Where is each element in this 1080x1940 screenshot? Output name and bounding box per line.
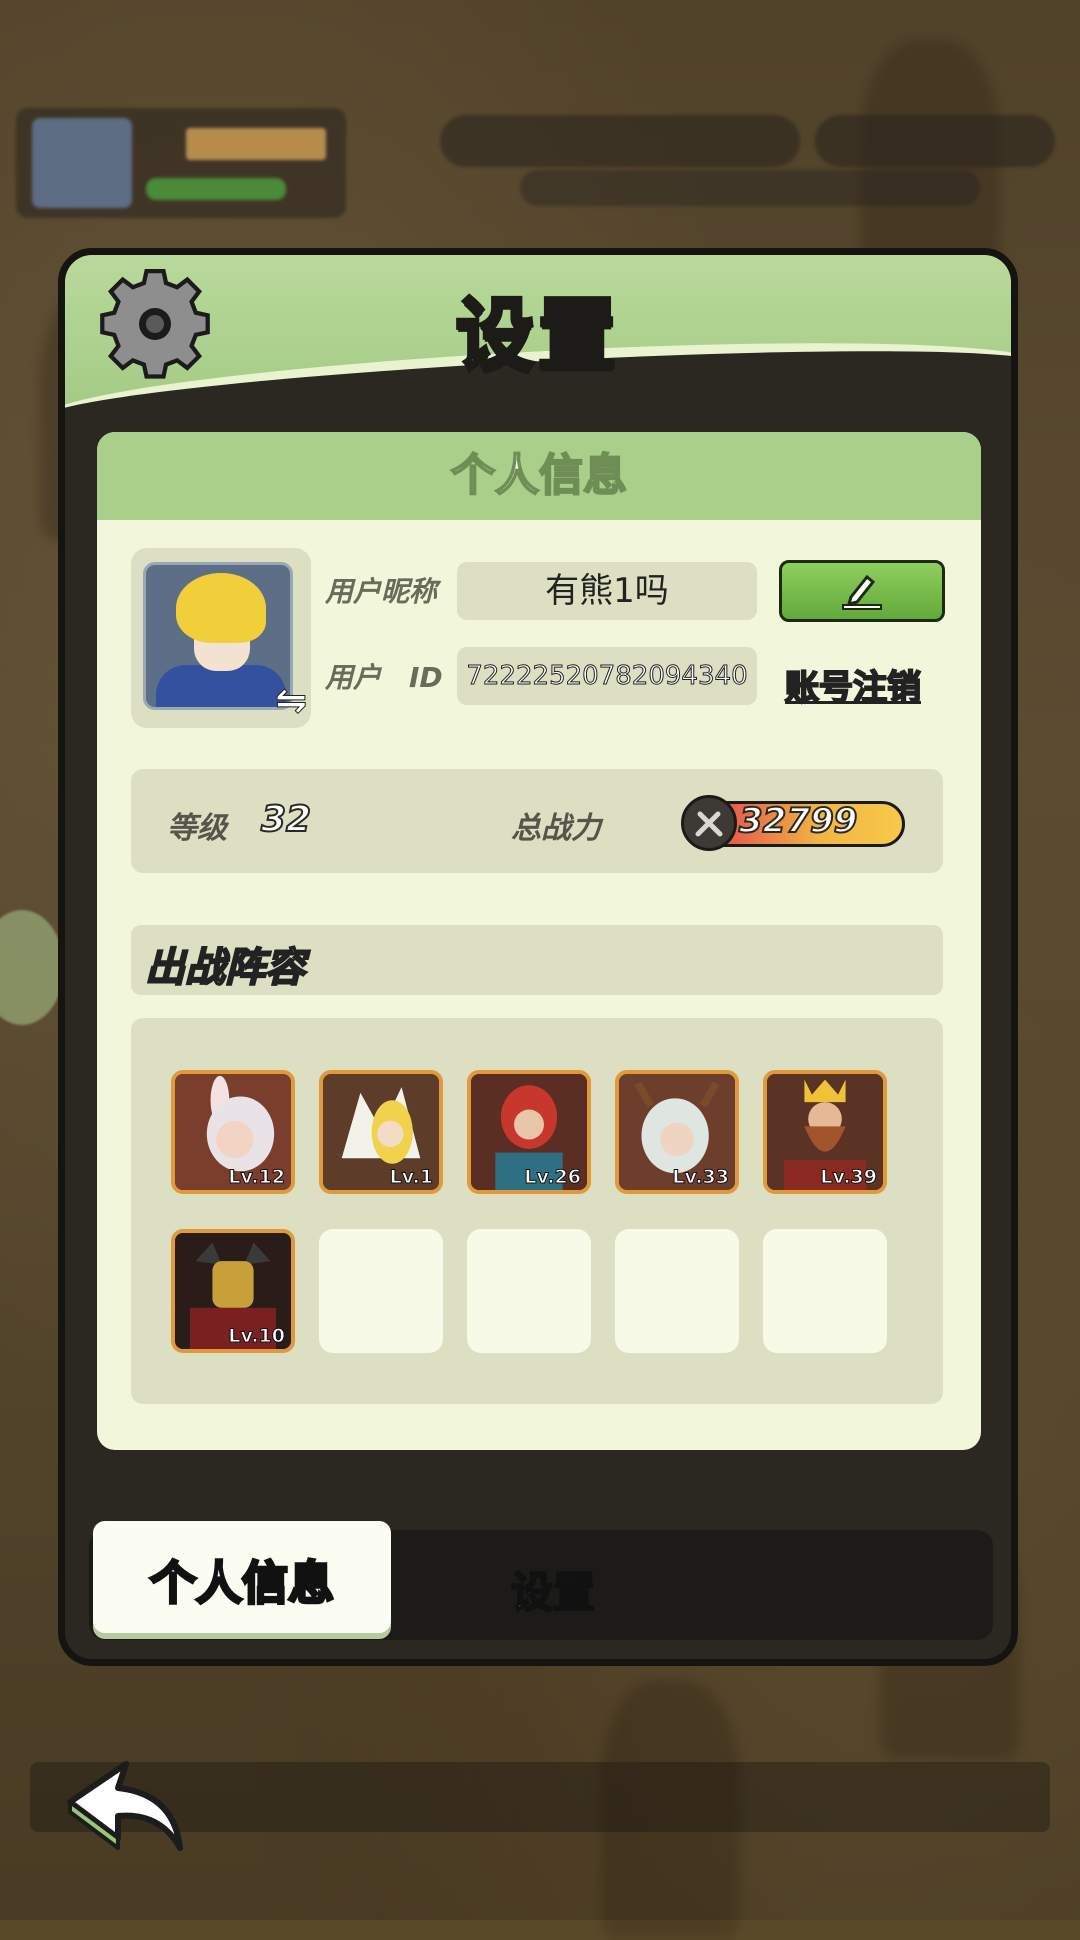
hero-slot[interactable]: Lv.39	[763, 1070, 887, 1194]
hero-slot[interactable]: Lv.1	[319, 1070, 443, 1194]
avatar-cloak	[156, 665, 286, 707]
sword-icon	[681, 795, 737, 851]
hud-exp-bar	[146, 178, 286, 200]
nickname-label: 用户昵称	[325, 575, 438, 608]
power-label: 总战力	[511, 811, 601, 846]
hero-level: Lv.10	[228, 1325, 286, 1348]
user-id-label: 用户 ID	[325, 661, 443, 694]
lineup-grid: Lv.12 Lv.1 Lv.26 Lv.33 Lv.39 Lv.10	[131, 1018, 943, 1404]
panel-title: 设置	[454, 289, 620, 383]
hud-player-card	[16, 108, 346, 218]
power-badge: 32799	[681, 795, 911, 851]
tab-settings[interactable]: 设置	[510, 1559, 596, 1620]
hero-level: Lv.26	[524, 1166, 582, 1189]
account-cancel-link[interactable]: 账号注销	[784, 660, 922, 709]
stats-row: 等级 32 总战力 32799	[131, 769, 943, 873]
hero-level: Lv.1	[389, 1166, 433, 1189]
avatar-hair	[176, 573, 266, 643]
edit-nickname-button[interactable]	[779, 560, 945, 622]
hero-slot[interactable]: Lv.10	[171, 1229, 295, 1353]
hud-resource-bar-secondary	[520, 170, 980, 206]
hero-level: Lv.39	[820, 1166, 878, 1189]
hero-slot[interactable]: Lv.33	[615, 1070, 739, 1194]
hero-slot[interactable]: Lv.26	[467, 1070, 591, 1194]
hero-level: Lv.12	[228, 1166, 286, 1189]
empty-hero-slot[interactable]	[319, 1229, 443, 1353]
avatar-box[interactable]: ⇋	[131, 548, 311, 728]
empty-hero-slot[interactable]	[763, 1229, 887, 1353]
swap-icon[interactable]: ⇋	[275, 678, 308, 723]
pencil-icon	[842, 574, 882, 610]
empty-hero-slot[interactable]	[615, 1229, 739, 1353]
user-id-field: 7222252078209434​0	[457, 647, 757, 705]
nickname-field: 有熊1吗	[457, 562, 757, 620]
lineup-header: 出战阵容	[131, 925, 943, 995]
hud-avatar	[32, 118, 132, 208]
avatar[interactable]	[143, 562, 293, 710]
empty-hero-slot[interactable]	[467, 1229, 591, 1353]
power-value: 32799	[738, 800, 858, 842]
section-title: 个人信息	[97, 432, 981, 520]
hud-name-plate	[186, 128, 326, 160]
back-arrow-icon[interactable]	[56, 1752, 196, 1862]
hud-resource-bar	[440, 115, 800, 167]
hero-level: Lv.33	[672, 1166, 730, 1189]
tab-profile[interactable]: 个人信息	[93, 1521, 391, 1633]
tab-profile-label: 个人信息	[149, 1555, 336, 1612]
level-label: 等级	[167, 811, 227, 846]
hero-slot[interactable]: Lv.12	[171, 1070, 295, 1194]
settings-panel: 设置 个人信息 ⇋ 用户昵称 有熊1吗 用户 ID 72222520782094…	[58, 248, 1018, 1666]
profile-card: 个人信息 ⇋ 用户昵称 有熊1吗 用户 ID 7222252078209434​…	[97, 432, 981, 1450]
lineup-title: 出战阵容	[144, 944, 306, 992]
level-value: 32	[260, 798, 312, 841]
hud-resource-bar	[815, 115, 1055, 167]
